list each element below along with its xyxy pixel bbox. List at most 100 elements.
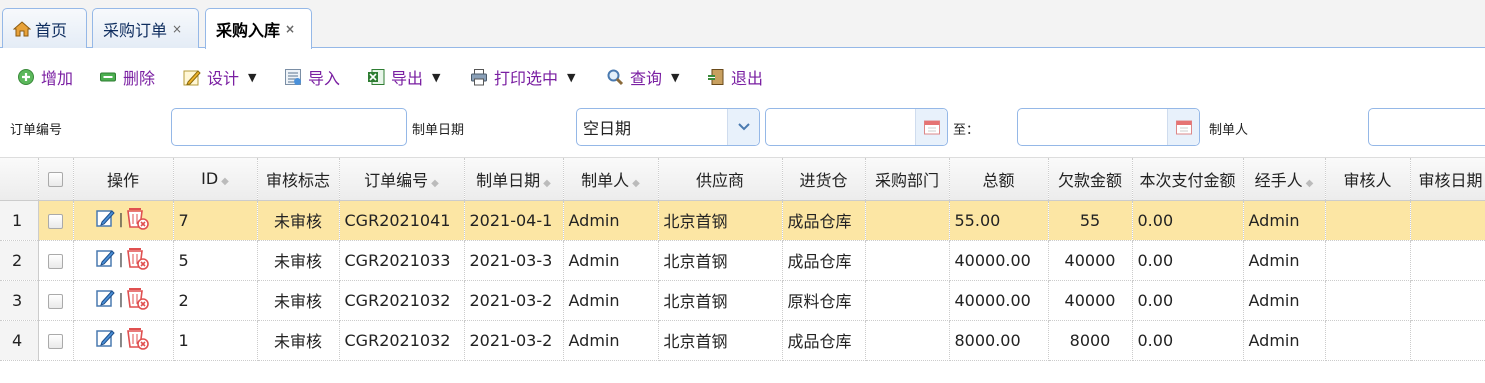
calendar-icon[interactable] xyxy=(915,109,947,145)
exit-label: 退出 xyxy=(731,69,764,88)
cell-audit-date xyxy=(1410,240,1485,281)
query-button[interactable]: 查询 ▼ xyxy=(606,66,679,88)
column-header-id[interactable]: ID ◆ xyxy=(173,158,258,201)
close-icon[interactable]: × xyxy=(285,22,295,36)
column-header-label: 订单编号 xyxy=(364,170,429,190)
cell-total: 40000.00 xyxy=(949,240,1049,281)
column-header-auditor[interactable]: 审核人 xyxy=(1325,158,1411,201)
cell-date: 2021-03-2 xyxy=(464,320,564,361)
cell-paid: 0.00 xyxy=(1132,200,1244,241)
cell-id: 7 xyxy=(173,200,258,241)
cell-auditor xyxy=(1325,320,1411,361)
start-date-input[interactable] xyxy=(765,108,948,146)
cell-creator: Admin xyxy=(563,240,659,281)
purchase-inbound-table: 操作 ID ◆ 审核标志 订单编号 ◆ 制单日期 ◆ 制单人 ◆ 供应商 进货仓 采购部… xyxy=(0,158,1485,361)
end-date-input[interactable] xyxy=(1017,108,1200,146)
cell-debt: 8000 xyxy=(1048,320,1133,361)
import-label: 导入 xyxy=(308,69,341,88)
design-button[interactable]: 设计 ▼ xyxy=(183,66,256,88)
edit-icon[interactable] xyxy=(95,288,116,312)
cell-dept xyxy=(865,320,950,361)
column-header-order-no[interactable]: 订单编号 ◆ xyxy=(339,158,465,201)
cell-auditor xyxy=(1325,200,1411,241)
tab-label: 采购订单 xyxy=(103,20,168,40)
exit-button[interactable]: 退出 xyxy=(707,66,763,88)
chevron-down-icon[interactable]: ▼ xyxy=(567,71,575,84)
cell-warehouse: 成品仓库 xyxy=(782,200,866,241)
cell-date: 2021-03-2 xyxy=(464,280,564,321)
delete-icon[interactable] xyxy=(126,326,150,354)
select-all-checkbox[interactable] xyxy=(38,158,74,201)
calendar-icon[interactable] xyxy=(1167,109,1199,145)
cell-supplier: 北京首钢 xyxy=(658,280,783,321)
order-no-input[interactable] xyxy=(171,108,407,146)
column-header-supplier[interactable]: 供应商 xyxy=(658,158,783,201)
column-header-warehouse[interactable]: 进货仓 xyxy=(782,158,866,201)
table-row[interactable]: 2 | 5 未审核 CGR2021033 2021-03-3 Admin 北京首钢 成品仓库 40… xyxy=(0,240,1485,281)
home-icon xyxy=(12,20,32,37)
sort-icon: ◆ xyxy=(221,176,229,188)
column-header-creator[interactable]: 制单人 ◆ xyxy=(563,158,659,201)
column-header-handler[interactable]: 经手人 ◆ xyxy=(1243,158,1326,201)
row-checkbox[interactable] xyxy=(38,200,74,241)
delete-icon[interactable] xyxy=(126,246,150,274)
delete-button[interactable]: 删除 xyxy=(99,66,155,88)
row-checkbox[interactable] xyxy=(38,240,74,281)
delete-icon[interactable] xyxy=(126,206,150,234)
date-range-select[interactable]: 空日期 xyxy=(576,108,760,146)
printer-icon xyxy=(470,68,488,86)
chevron-down-icon[interactable]: ▼ xyxy=(671,71,679,84)
cell-handler: Admin xyxy=(1243,320,1326,361)
query-label: 查询 xyxy=(630,69,663,88)
chevron-down-icon[interactable] xyxy=(727,109,759,145)
chevron-down-icon[interactable]: ▼ xyxy=(432,71,440,84)
table-row[interactable]: 1 | 7 未审核 CGR2021041 2021-04-1 Admin 北京首钢 成品仓库 55… xyxy=(0,200,1485,241)
column-header-audit-date[interactable]: 审核日期 xyxy=(1410,158,1485,201)
edit-icon[interactable] xyxy=(95,328,116,352)
print-selected-button[interactable]: 打印选中 ▼ xyxy=(470,66,575,88)
cell-supplier: 北京首钢 xyxy=(658,200,783,241)
cell-warehouse: 成品仓库 xyxy=(782,240,866,281)
creator-input[interactable] xyxy=(1368,108,1485,146)
import-icon xyxy=(284,68,302,86)
tab-home[interactable]: 首页 xyxy=(2,8,87,48)
cell-audit-flag: 未审核 xyxy=(257,320,340,361)
edit-icon[interactable] xyxy=(95,208,116,232)
row-actions: | xyxy=(73,320,174,361)
search-form: 订单编号 制单日期 空日期 至： 制单人 xyxy=(0,105,1485,157)
column-header-audit-flag[interactable]: 审核标志 xyxy=(257,158,340,201)
delete-icon[interactable] xyxy=(126,286,150,314)
row-actions: | xyxy=(73,200,174,241)
column-header-total[interactable]: 总额 xyxy=(949,158,1049,201)
row-checkbox[interactable] xyxy=(38,280,74,321)
cell-total: 55.00 xyxy=(949,200,1049,241)
column-header-date[interactable]: 制单日期 ◆ xyxy=(464,158,564,201)
add-button[interactable]: 增加 xyxy=(17,66,73,88)
close-icon[interactable]: × xyxy=(172,22,182,36)
tab-purchase-order[interactable]: 采购订单 × xyxy=(92,8,199,48)
cell-creator: Admin xyxy=(563,320,659,361)
cell-audit-date xyxy=(1410,280,1485,321)
table-row[interactable]: 4 | 1 未审核 CGR2021032 2021-03-2 Admin 北京首钢 成品仓库 80… xyxy=(0,320,1485,361)
column-header-label: 制单日期 xyxy=(476,170,541,190)
cell-warehouse: 原料仓库 xyxy=(782,280,866,321)
cell-debt: 40000 xyxy=(1048,280,1133,321)
excel-icon xyxy=(367,68,385,86)
date-label: 制单日期 xyxy=(412,123,465,138)
table-row[interactable]: 3 | 2 未审核 CGR2021032 2021-03-2 Admin 北京首钢 原料仓库 40… xyxy=(0,280,1485,321)
column-header-debt[interactable]: 欠款金额 xyxy=(1048,158,1133,201)
column-header-paid[interactable]: 本次支付金额 xyxy=(1132,158,1244,201)
to-label: 至： xyxy=(953,123,980,138)
print-label: 打印选中 xyxy=(494,69,559,88)
export-button[interactable]: 导出 ▼ xyxy=(367,66,440,88)
edit-icon[interactable] xyxy=(95,248,116,272)
import-button[interactable]: 导入 xyxy=(284,66,340,88)
tab-purchase-inbound[interactable]: 采购入库 × xyxy=(205,8,312,49)
cell-id: 2 xyxy=(173,280,258,321)
column-header-dept[interactable]: 采购部门 xyxy=(865,158,950,201)
cell-dept xyxy=(865,200,950,241)
row-checkbox[interactable] xyxy=(38,320,74,361)
add-label: 增加 xyxy=(41,69,74,88)
row-number: 1 xyxy=(0,200,39,241)
chevron-down-icon[interactable]: ▼ xyxy=(248,71,256,84)
